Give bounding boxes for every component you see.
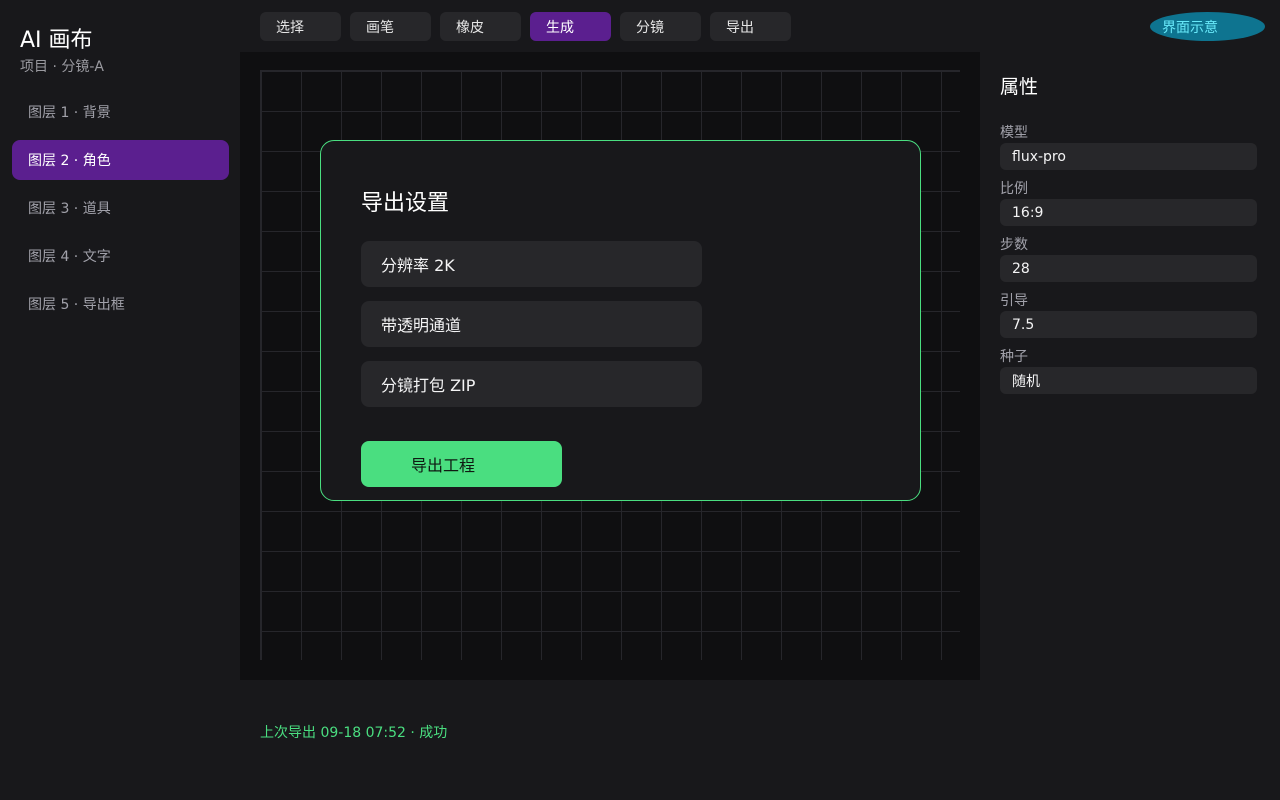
- tool-eraser-button[interactable]: 橡皮: [440, 12, 521, 41]
- steps-label: 步数: [1000, 237, 1028, 253]
- option-resolution-2k[interactable]: 分辨率 2K: [361, 241, 702, 287]
- layer-item-text[interactable]: 图层 4 · 文字: [12, 236, 229, 276]
- model-field[interactable]: flux-pro: [1000, 143, 1257, 170]
- export-project-button[interactable]: 导出工程: [361, 441, 562, 487]
- project-name: 项目 · 分镜-A: [20, 59, 104, 75]
- guidance-label: 引导: [1000, 293, 1028, 309]
- properties-panel: 属性 模型 flux-pro 比例 16:9 步数 28 引导 7.5 种子 随…: [980, 0, 1280, 800]
- layer-item-export-frame[interactable]: 图层 5 · 导出框: [12, 284, 229, 324]
- model-label: 模型: [1000, 125, 1028, 141]
- seed-field[interactable]: 随机: [1000, 367, 1257, 394]
- ratio-label: 比例: [1000, 181, 1028, 197]
- option-storyboard-zip[interactable]: 分镜打包 ZIP: [361, 361, 702, 407]
- tool-generate-button[interactable]: 生成: [530, 12, 611, 41]
- layer-item-background[interactable]: 图层 1 · 背景: [12, 92, 229, 132]
- steps-field[interactable]: 28: [1000, 255, 1257, 282]
- tool-bar: 选择 画笔 橡皮 生成 分镜 导出: [260, 12, 791, 41]
- layer-sidebar: AI 画布 项目 · 分镜-A 图层 1 · 背景 图层 2 · 角色 图层 3…: [0, 0, 240, 800]
- properties-title: 属性: [1000, 76, 1039, 98]
- app-window: AI 画布 项目 · 分镜-A 图层 1 · 背景 图层 2 · 角色 图层 3…: [0, 0, 1280, 800]
- seed-label: 种子: [1000, 349, 1028, 365]
- option-alpha-channel[interactable]: 带透明通道: [361, 301, 702, 347]
- layer-item-character[interactable]: 图层 2 · 角色: [12, 140, 229, 180]
- dialog-title: 导出设置: [361, 191, 450, 216]
- last-export-status: 上次导出 09-18 07:52 · 成功: [260, 725, 448, 741]
- tool-brush-button[interactable]: 画笔: [350, 12, 431, 41]
- export-settings-dialog: 导出设置 分辨率 2K 带透明通道 分镜打包 ZIP 导出工程: [320, 140, 921, 501]
- app-title: AI 画布: [20, 28, 93, 53]
- tool-storyboard-button[interactable]: 分镜: [620, 12, 701, 41]
- layer-list: 图层 1 · 背景 图层 2 · 角色 图层 3 · 道具 图层 4 · 文字 …: [12, 92, 229, 332]
- tool-select-button[interactable]: 选择: [260, 12, 341, 41]
- tool-export-button[interactable]: 导出: [710, 12, 791, 41]
- ratio-field[interactable]: 16:9: [1000, 199, 1257, 226]
- layer-item-props[interactable]: 图层 3 · 道具: [12, 188, 229, 228]
- guidance-field[interactable]: 7.5: [1000, 311, 1257, 338]
